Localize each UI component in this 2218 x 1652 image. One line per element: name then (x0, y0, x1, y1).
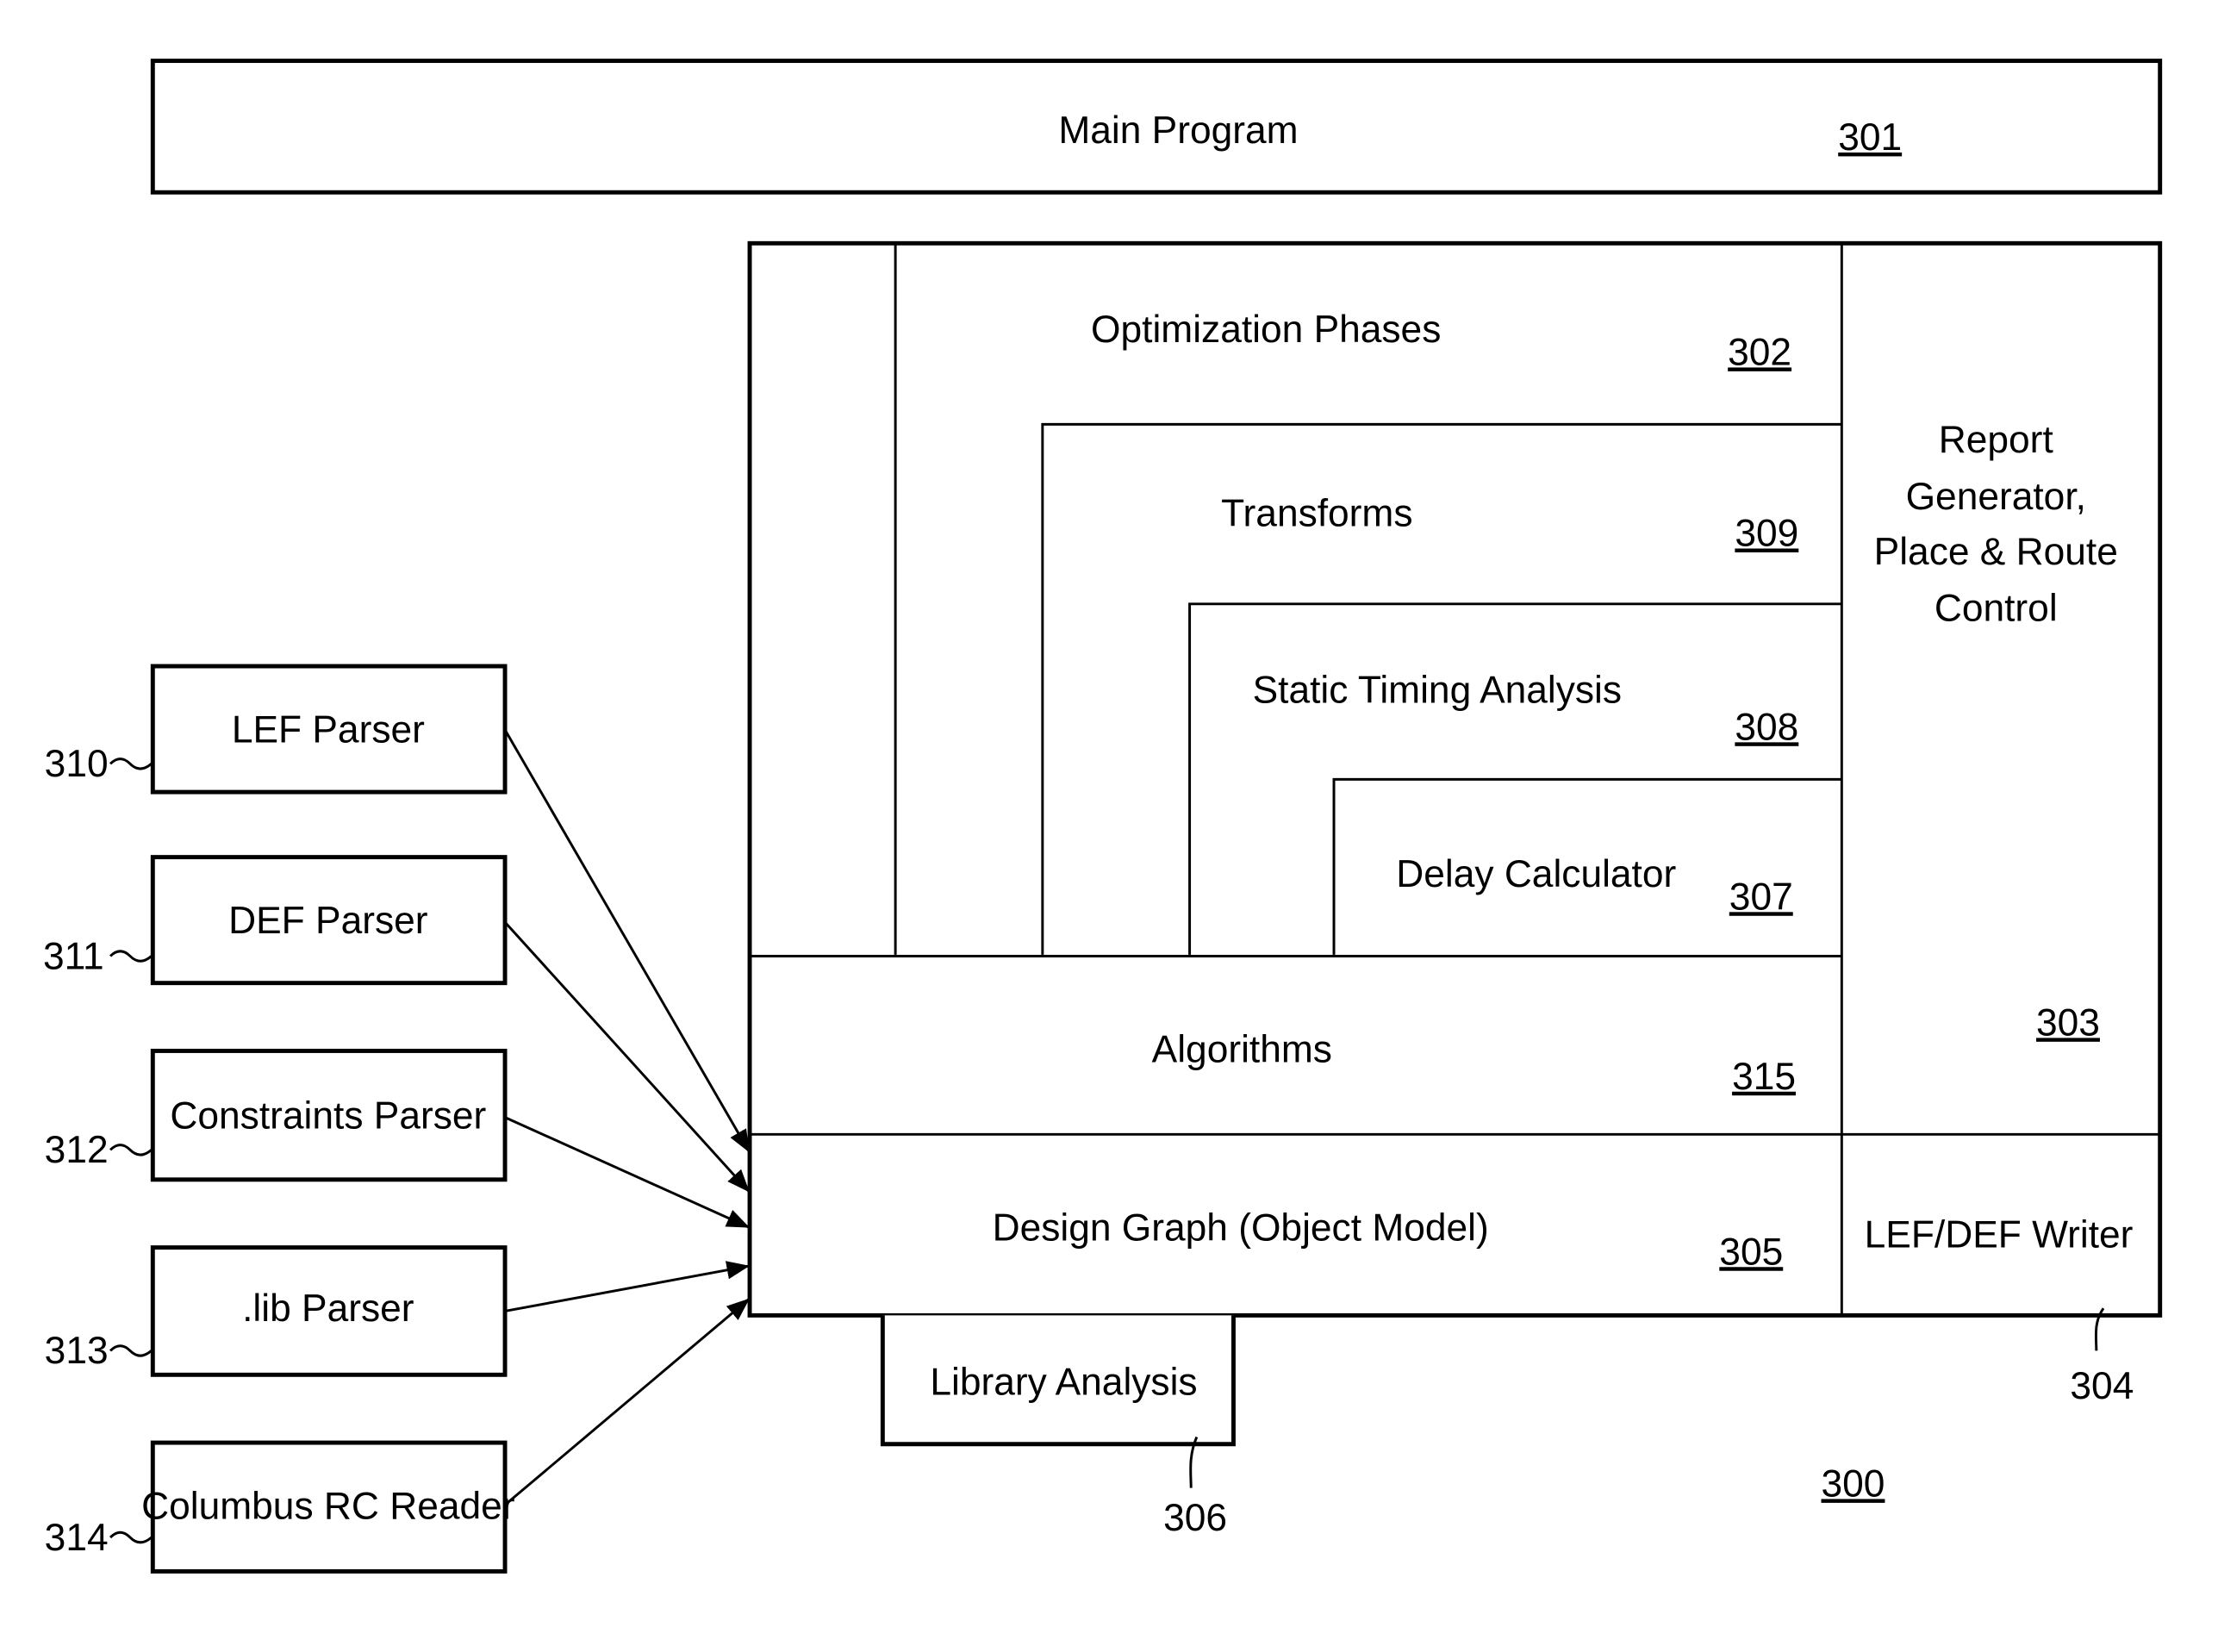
parser-def-ref: 311 (43, 935, 104, 977)
library-analysis-ref: 306 (1163, 1497, 1227, 1539)
parser-lef-ref: 310 (45, 743, 109, 785)
main-program-block: Main Program 301 (150, 59, 2163, 195)
report-generator-line-1: Report (1939, 419, 2053, 461)
transforms-ref: 309 (1735, 513, 1798, 555)
report-generator-line-3: Place & Route (1874, 531, 2118, 573)
parser-columbus-ref: 314 (45, 1517, 109, 1559)
library-analysis-block: Library Analysis 306 (880, 1315, 1236, 1539)
parser-columbus-label: Columbus RC Reader (141, 1486, 515, 1528)
algorithms-ref: 315 (1732, 1056, 1796, 1098)
report-generator-line-4: Control (1935, 588, 2058, 630)
figure-number: 300 (1822, 1462, 1885, 1505)
architecture-diagram: Main Program 301 Optimization Phases 302… (43, 59, 2163, 1574)
static-timing-ref: 308 (1735, 706, 1798, 748)
parser-lib-label: .lib Parser (242, 1287, 414, 1330)
parser-lef-label: LEF Parser (232, 709, 425, 751)
parser-lib: .lib Parser 313 (45, 1245, 751, 1377)
report-generator-ref: 303 (2036, 1001, 2100, 1044)
main-program-label: Main Program (1058, 109, 1298, 152)
library-analysis-label: Library Analysis (930, 1361, 1197, 1403)
parser-constraints-ref: 312 (45, 1129, 109, 1171)
delay-calculator-label: Delay Calculator (1396, 853, 1676, 895)
report-generator-line-2: Generator, (1906, 476, 2086, 518)
static-timing-label: Static Timing Analysis (1253, 670, 1622, 712)
parser-constraints-label: Constraints Parser (170, 1095, 486, 1138)
lef-def-writer-label: LEF/DEF Writer (1865, 1214, 2134, 1256)
lef-def-writer-ref: 304 (2070, 1365, 2134, 1407)
optimization-phases-ref: 302 (1728, 331, 1791, 373)
algorithms-label: Algorithms (1152, 1029, 1332, 1071)
main-program-ref: 301 (1838, 116, 1902, 159)
design-graph-ref: 305 (1719, 1231, 1783, 1273)
parser-def-label: DEF Parser (228, 900, 428, 942)
delay-calculator-ref: 307 (1729, 876, 1793, 918)
optimization-phases-label: Optimization Phases (1091, 309, 1441, 351)
design-graph-label: Design Graph (Object Model) (993, 1206, 1489, 1249)
transforms-label: Transforms (1221, 493, 1412, 535)
parser-lib-ref: 313 (45, 1330, 109, 1372)
